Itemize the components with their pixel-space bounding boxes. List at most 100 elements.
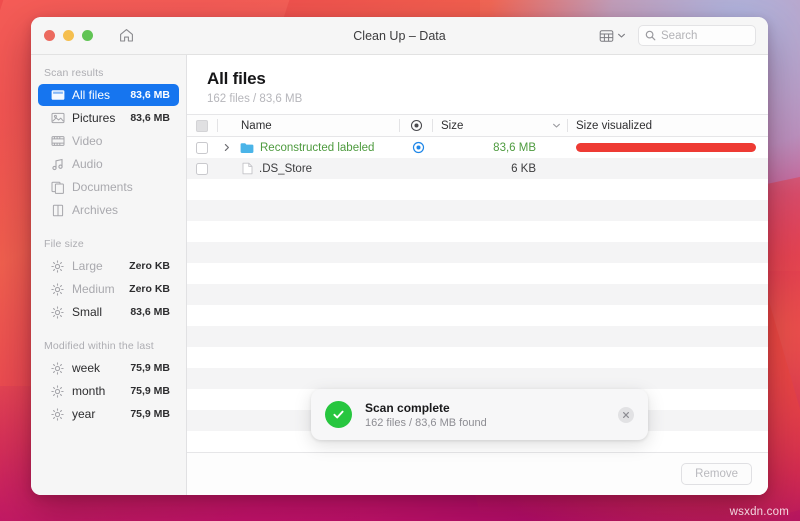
- file-icon: [242, 162, 253, 175]
- size-bar: [576, 143, 756, 152]
- table-header: Name Size Size visualized: [187, 114, 768, 137]
- row-size-cell: 83,6 MB: [434, 142, 546, 154]
- folder-icon: [240, 142, 254, 154]
- grid-view-icon[interactable]: [597, 27, 628, 45]
- column-header-size-visualized[interactable]: Size visualized: [568, 120, 768, 132]
- column-header-size[interactable]: Size: [433, 120, 545, 132]
- watermark: wsxdn.com: [729, 506, 789, 518]
- sidebar-item-month[interactable]: month 75,9 MB: [38, 380, 179, 402]
- row-size-label: 83,6 MB: [493, 141, 536, 154]
- sidebar-item-value: Zero KB: [129, 260, 170, 272]
- sidebar-item-label: Video: [72, 134, 103, 148]
- toast-title: Scan complete: [365, 400, 450, 415]
- empty-row: [187, 284, 768, 305]
- table-row[interactable]: Reconstructed labeled 83,6 MB: [187, 137, 768, 158]
- table-row[interactable]: .DS_Store 6 KB: [187, 158, 768, 179]
- sidebar-group-title-scan-results: Scan results: [44, 67, 104, 79]
- sidebar-item-audio[interactable]: Audio: [38, 153, 179, 175]
- scan-complete-toast: Scan complete 162 files / 83,6 MB found: [311, 389, 648, 440]
- sidebar-item-label: Large: [72, 259, 103, 273]
- sidebar-item-value: 75,9 MB: [130, 362, 170, 374]
- gear-icon: [50, 259, 65, 274]
- sidebar-item-label: week: [72, 361, 101, 375]
- sidebar-item-documents[interactable]: Documents: [38, 176, 179, 198]
- archives-icon: [50, 203, 65, 218]
- empty-row: [187, 263, 768, 284]
- column-header-size-label: Size: [441, 119, 464, 132]
- target-icon[interactable]: [400, 119, 432, 132]
- column-header-size-visualized-label: Size visualized: [576, 119, 653, 132]
- sidebar-item-pictures[interactable]: Pictures 83,6 MB: [38, 107, 179, 129]
- empty-row: [187, 242, 768, 263]
- close-icon[interactable]: [618, 406, 634, 423]
- pictures-icon: [50, 111, 65, 126]
- row-size-bar-cell: [568, 143, 768, 152]
- remove-button[interactable]: Remove: [681, 463, 752, 485]
- sidebar-item-value: 75,9 MB: [130, 385, 170, 397]
- titlebar-right-controls: Search: [597, 25, 768, 46]
- gear-icon: [50, 282, 65, 297]
- row-size-label: 6 KB: [511, 162, 536, 175]
- chevron-down-icon[interactable]: [545, 121, 567, 130]
- window-titlebar: Clean Up – Data Search: [31, 17, 768, 55]
- all-files-icon: [50, 88, 65, 103]
- gear-icon: [50, 305, 65, 320]
- sidebar-item-label: Medium: [72, 282, 115, 296]
- row-checkbox[interactable]: [187, 141, 217, 154]
- minimize-button[interactable]: [63, 30, 74, 41]
- close-button[interactable]: [44, 30, 55, 41]
- app-window: Clean Up – Data Search Scan results All …: [31, 17, 768, 495]
- zoom-button[interactable]: [82, 30, 93, 41]
- row-name-cell: .DS_Store: [236, 162, 402, 175]
- toast-text: Scan complete 162 files / 83,6 MB found: [365, 401, 487, 429]
- home-icon[interactable]: [115, 25, 137, 47]
- empty-row: [187, 347, 768, 368]
- gear-icon: [50, 407, 65, 422]
- footer-bar: Remove: [187, 452, 768, 495]
- search-input[interactable]: Search: [638, 25, 756, 46]
- sidebar-item-label: Pictures: [72, 111, 116, 125]
- sidebar-group-title-file-size: File size: [44, 238, 84, 250]
- sidebar-item-year[interactable]: year 75,9 MB: [38, 403, 179, 425]
- documents-icon: [50, 180, 65, 195]
- sidebar-item-label: Small: [72, 305, 103, 319]
- select-all-checkbox[interactable]: [187, 119, 217, 132]
- check-circle-icon: [325, 401, 352, 428]
- row-name-cell: Reconstructed labeled: [236, 142, 402, 154]
- sidebar-item-all-files[interactable]: All files 83,6 MB: [38, 84, 179, 106]
- sidebar-item-medium[interactable]: Medium Zero KB: [38, 278, 179, 300]
- disclosure-triangle-icon[interactable]: [217, 143, 236, 152]
- search-placeholder: Search: [661, 29, 698, 42]
- column-header-name[interactable]: Name: [237, 120, 399, 132]
- sidebar-item-small[interactable]: Small 83,6 MB: [38, 301, 179, 323]
- row-size-cell: 6 KB: [434, 163, 546, 175]
- sidebar-item-video[interactable]: Video: [38, 130, 179, 152]
- sidebar-item-large[interactable]: Large Zero KB: [38, 255, 179, 277]
- chevron-down-icon: [618, 33, 625, 38]
- sidebar-item-value: 83,6 MB: [130, 89, 170, 101]
- sidebar-item-value: Zero KB: [129, 283, 170, 295]
- empty-row: [187, 326, 768, 347]
- sidebar-item-label: year: [72, 407, 96, 421]
- gear-icon: [50, 384, 65, 399]
- search-icon: [645, 30, 656, 41]
- audio-icon: [50, 157, 65, 172]
- row-name-label: Reconstructed labeled: [260, 141, 375, 154]
- sidebar-item-label: Audio: [72, 157, 103, 171]
- empty-row: [187, 179, 768, 200]
- row-checkbox[interactable]: [187, 162, 217, 175]
- sidebar-item-week[interactable]: week 75,9 MB: [38, 357, 179, 379]
- empty-row: [187, 368, 768, 389]
- sidebar-item-label: month: [72, 384, 106, 398]
- toast-detail: 162 files / 83,6 MB found: [365, 416, 487, 429]
- row-name-label: .DS_Store: [259, 162, 313, 175]
- video-icon: [50, 134, 65, 149]
- row-target-icon[interactable]: [402, 141, 434, 154]
- sidebar-item-label: Archives: [72, 203, 119, 217]
- main-header: All files 162 files / 83,6 MB: [187, 55, 768, 114]
- sidebar-item-value: 83,6 MB: [130, 306, 170, 318]
- empty-row: [187, 305, 768, 326]
- sidebar-item-archives[interactable]: Archives: [38, 199, 179, 221]
